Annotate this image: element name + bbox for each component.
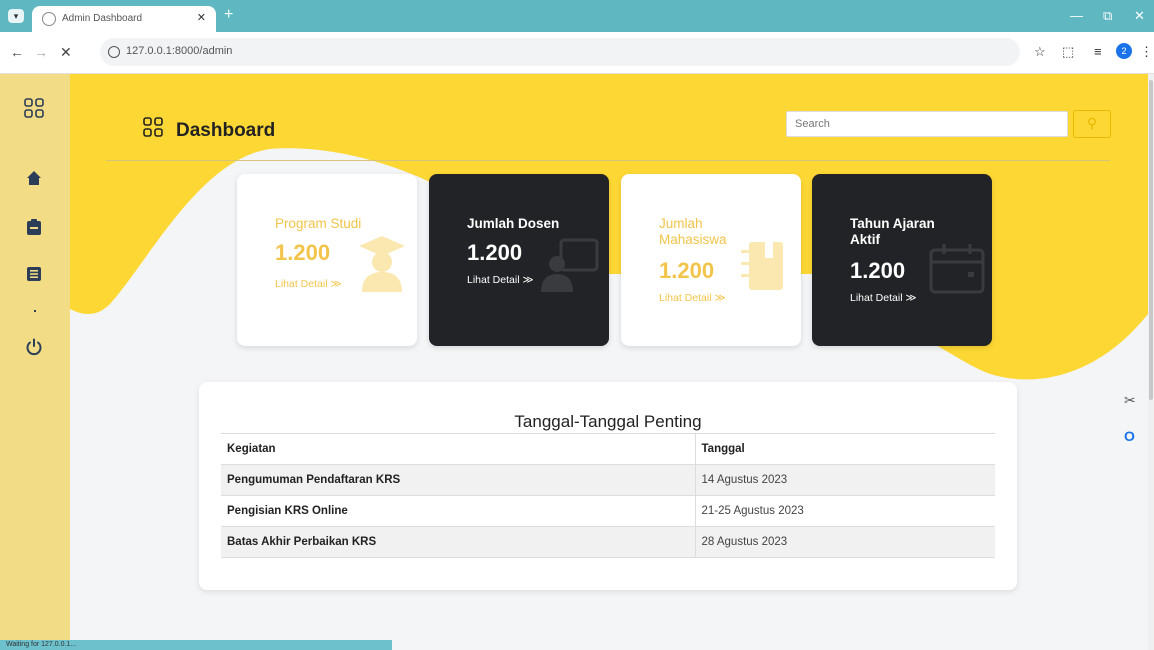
table-cell: 21-25 Agustus 2023: [694, 495, 995, 527]
card-title: Jumlah Dosen: [467, 216, 560, 231]
notebook-icon: [741, 242, 783, 290]
menu-kebab-icon[interactable]: ⋮: [1140, 44, 1153, 60]
important-dates-table: Kegiatan Tanggal Pengumuman Pendaftaran …: [221, 433, 995, 558]
column-header: Kegiatan: [221, 433, 695, 465]
search-input[interactable]: [786, 111, 1068, 137]
clipboard-icon[interactable]: [26, 218, 42, 236]
table-cell: Batas Akhir Perbaikan KRS: [221, 526, 695, 558]
restore-icon[interactable]: ⧉: [1103, 8, 1112, 24]
new-tab-button[interactable]: +: [224, 6, 233, 24]
bookmark-star-icon[interactable]: ☆: [1034, 44, 1046, 60]
table-cell: 14 Agustus 2023: [694, 464, 995, 496]
tab-title: Admin Dashboard: [62, 13, 143, 24]
card-detail-link[interactable]: Lihat Detail ≫: [467, 274, 533, 286]
table-cell: Pengumuman Pendaftaran KRS: [221, 464, 695, 496]
page-content: Dashboard ⚲ Program Studi 1.200 Lihat De…: [0, 74, 1148, 650]
assistant-icon[interactable]: O: [1124, 428, 1135, 444]
media-icon[interactable]: ≡: [1094, 44, 1102, 59]
profile-avatar[interactable]: 2: [1116, 43, 1132, 59]
tab-favicon-icon: [42, 12, 56, 26]
dashboard-grid-icon: [143, 117, 163, 137]
browser-tab[interactable]: Admin Dashboard ✕: [32, 6, 216, 32]
card-tahun-ajaran-aktif[interactable]: Tahun Ajaran Aktif 1.200 Lihat Detail ≫: [812, 174, 992, 346]
close-window-icon[interactable]: ✕: [1134, 8, 1145, 24]
card-detail-link[interactable]: Lihat Detail ≫: [275, 278, 341, 290]
table-row: Batas Akhir Perbaikan KRS 28 Agustus 202…: [221, 526, 995, 558]
column-header: Tanggal: [694, 433, 995, 465]
table-row: Pengisian KRS Online 21-25 Agustus 2023: [221, 495, 995, 527]
minimize-icon[interactable]: —: [1070, 8, 1083, 23]
list-icon[interactable]: [26, 266, 42, 282]
card-detail-link[interactable]: Lihat Detail ≫: [659, 292, 725, 304]
table-cell: 28 Agustus 2023: [694, 526, 995, 558]
search-button[interactable]: ⚲: [1073, 110, 1111, 138]
table-header-row: Kegiatan Tanggal: [221, 433, 995, 465]
graduate-icon: [359, 236, 405, 292]
table-row: Pengumuman Pendaftaran KRS 14 Agustus 20…: [221, 464, 995, 496]
card-title: Program Studi: [275, 216, 362, 231]
back-icon[interactable]: ←: [10, 44, 24, 60]
panel-title: Tanggal-Tanggal Penting: [514, 412, 702, 431]
url-text: 127.0.0.1:8000/admin: [126, 45, 233, 57]
tab-list-button[interactable]: ▾: [8, 9, 24, 23]
card-jumlah-dosen[interactable]: Jumlah Dosen 1.200 Lihat Detail ≫: [429, 174, 609, 346]
teacher-board-icon: [541, 238, 599, 292]
scissors-icon[interactable]: ✂: [1124, 392, 1136, 409]
card-jumlah-mahasiswa[interactable]: Jumlah Mahasiswa 1.200 Lihat Detail ≫: [621, 174, 801, 346]
card-value: 1.200: [659, 258, 715, 283]
calendar-icon: [929, 244, 985, 294]
tab-close-icon[interactable]: ✕: [197, 11, 206, 24]
scrollbar-thumb[interactable]: [1149, 80, 1153, 400]
separator-dot: [34, 310, 36, 312]
site-info-icon[interactable]: [108, 46, 120, 58]
card-value: 1.200: [467, 240, 523, 265]
home-icon[interactable]: [26, 170, 42, 186]
page-title: Dashboard: [176, 120, 276, 141]
apps-grid-icon[interactable]: [24, 98, 44, 118]
card-title: Jumlah Mahasiswa: [659, 216, 727, 247]
status-bar: Waiting for 127.0.0.1...: [0, 640, 392, 650]
header-divider: [106, 160, 1110, 161]
card-value: 1.200: [850, 258, 906, 283]
power-icon[interactable]: [25, 338, 43, 356]
forward-icon[interactable]: →: [34, 44, 48, 60]
card-value: 1.200: [275, 240, 331, 265]
card-program-studi[interactable]: Program Studi 1.200 Lihat Detail ≫: [237, 174, 417, 346]
table-cell: Pengisian KRS Online: [221, 495, 695, 527]
stop-loading-icon[interactable]: ✕: [60, 44, 72, 61]
extensions-icon[interactable]: ⬚: [1062, 44, 1074, 60]
address-bar[interactable]: 127.0.0.1:8000/admin: [100, 38, 1020, 66]
sidebar: [0, 74, 70, 650]
card-detail-link[interactable]: Lihat Detail ≫: [850, 292, 916, 304]
browser-toolbar: ← → ✕ 127.0.0.1:8000/admin ☆ ⬚ ≡ 2 ⋮: [0, 32, 1154, 74]
important-dates-panel: Tanggal-Tanggal Penting Kegiatan Tanggal…: [199, 382, 1017, 590]
card-title: Tahun Ajaran Aktif: [850, 216, 935, 247]
search-icon: ⚲: [1086, 115, 1098, 131]
browser-tab-bar: ▾ Admin Dashboard ✕ + — ⧉ ✕: [0, 0, 1154, 32]
